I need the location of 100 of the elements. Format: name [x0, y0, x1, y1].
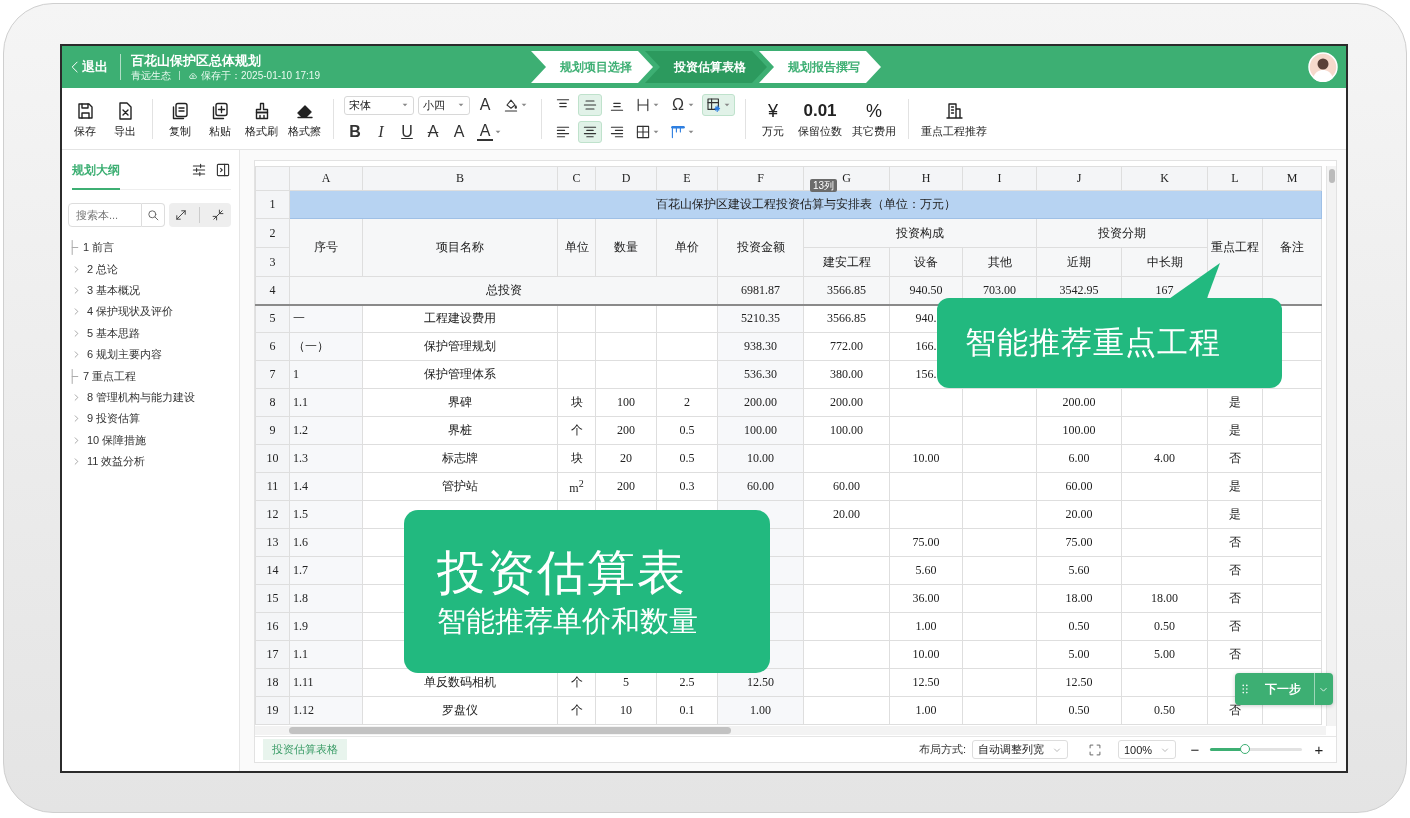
table-cell: 100 — [617, 395, 635, 409]
save-status: 保存于：2025-01-10 17:19 — [201, 68, 320, 83]
table-cell: 单反数码相机 — [424, 675, 496, 689]
table-cell: 4.00 — [1154, 451, 1175, 465]
table-cell: 否 — [1229, 563, 1241, 577]
callout-title: 智能推荐重点工程 — [965, 324, 1222, 362]
table-cell: 100.00 — [744, 423, 777, 437]
table-cell: 536.30 — [744, 367, 777, 381]
table-cell: 块 — [570, 395, 583, 409]
table-cell: 保护管理体系 — [424, 367, 496, 381]
table-cell: 6.00 — [1068, 451, 1090, 465]
table-cell: 12.50 — [747, 675, 774, 689]
table-cell: 工程建设费用 — [424, 311, 496, 326]
table-cell: 1.9 — [293, 619, 308, 633]
table-cell: 否 — [1229, 619, 1241, 633]
table-cell: 1.00 — [750, 703, 771, 717]
table-cell: 166. — [915, 339, 937, 353]
table-cell: 0.5 — [679, 423, 695, 437]
table-cell: 200.00 — [1062, 395, 1096, 409]
table-cell: 1.00 — [915, 619, 937, 633]
table-cell: 18.00 — [1065, 591, 1093, 605]
table-cell: 1.7 — [293, 563, 308, 577]
header-cell: 重点工程 — [1211, 240, 1259, 254]
table-cell: 1.6 — [293, 535, 308, 549]
table-cell: m$^{2}$ — [569, 480, 584, 495]
table-cell: 2.5 — [679, 675, 695, 689]
table-cell: 100.00 — [1062, 423, 1096, 437]
table-cell: 总投资 — [485, 282, 522, 297]
table-cell: 75.00 — [912, 535, 940, 549]
table-cell: 0.1 — [679, 703, 695, 717]
table-cell: 1 — [293, 367, 299, 381]
table-cell: 否 — [1229, 703, 1241, 717]
table-cell: 1.12 — [293, 703, 314, 717]
table-cell: 3542.95 — [1059, 282, 1099, 297]
table-cell: 个 — [570, 675, 583, 689]
table-cell: 0.3 — [679, 479, 695, 493]
table-cell: 1.2 — [293, 423, 308, 437]
table-cell: 1.5 — [293, 507, 308, 521]
table-cell: 20 — [620, 451, 632, 465]
table-cell: 167 — [1155, 282, 1174, 297]
table-cell: 是 — [1229, 395, 1241, 409]
table-cell: 界碑 — [448, 395, 472, 409]
table-cell: 是 — [1229, 423, 1241, 437]
table-cell: 200 — [617, 479, 635, 493]
table-cell: 200 — [617, 423, 635, 437]
table-cell: 2 — [684, 395, 690, 409]
table-cell: 0.50 — [1154, 703, 1175, 717]
table-cell: 标志牌 — [442, 451, 478, 465]
header-cell: 单位 — [564, 240, 589, 254]
table-cell: 一 — [293, 311, 305, 326]
table-cell: 60.00 — [833, 479, 860, 493]
table-cell: 0.50 — [1068, 619, 1090, 633]
organization-label: 青远生态 — [131, 68, 171, 83]
table-cell: 772.00 — [830, 339, 863, 353]
table-cell: 5210.35 — [741, 311, 780, 326]
table-cell: 5.00 — [1068, 647, 1090, 661]
header-cell: 建安工程 — [822, 254, 871, 269]
header-cell: 近期 — [1067, 254, 1091, 269]
table-cell: 个 — [570, 703, 583, 717]
table-cell: 否 — [1229, 535, 1241, 549]
header-cell: 单价 — [675, 240, 699, 254]
table-cell: 20.00 — [833, 507, 860, 521]
table-cell: 10.00 — [912, 647, 940, 661]
table-cell: 1.11 — [293, 675, 314, 689]
table-cell: 75.00 — [1065, 535, 1093, 549]
table-cell: 5 — [623, 675, 629, 689]
table-cell: 否 — [1229, 451, 1241, 465]
table-title: 百花山保护区建设工程投资估算与安排表（单位：万元） — [655, 197, 956, 211]
table-cell: 界桩 — [448, 423, 472, 437]
table-cell: 块 — [570, 451, 583, 465]
table-cell: 否 — [1229, 647, 1241, 661]
table-cell: 60.00 — [1065, 479, 1093, 493]
table-cell: 个 — [570, 423, 583, 437]
table-cell: 5.60 — [1068, 563, 1090, 577]
table-cell: 703.00 — [983, 282, 1016, 297]
table-cell: 0.50 — [1154, 619, 1175, 633]
header-cell: 数量 — [614, 240, 638, 254]
table-cell: 管护站 — [442, 479, 478, 493]
table-cell: 1.00 — [915, 703, 937, 717]
table-cell: 100.00 — [830, 423, 863, 437]
table-cell: 是 — [1229, 479, 1241, 493]
table-cell: 1.4 — [293, 479, 308, 493]
table-cell: 6981.87 — [741, 282, 780, 297]
project-title: 百花山保护区总体规划 — [131, 51, 262, 69]
table-cell: 5.00 — [1154, 647, 1175, 661]
header-cell: 项目名称 — [436, 240, 484, 254]
table-cell: 1.3 — [293, 451, 308, 465]
table-cell: 60.00 — [747, 479, 774, 493]
table-cell: 10 — [620, 703, 632, 717]
table-cell: 0.50 — [1068, 703, 1090, 717]
table-cell: 200.00 — [830, 395, 863, 409]
table-cell: 保护管理规划 — [424, 339, 496, 353]
table-cell: 5.60 — [915, 563, 937, 577]
header-cell: 设备 — [914, 254, 938, 269]
header-cell: 序号 — [314, 240, 338, 254]
table-cell: 10.00 — [747, 451, 774, 465]
header-cell: 投资金额 — [736, 240, 785, 254]
table-cell: 938.30 — [744, 339, 777, 353]
table-cell: 380.00 — [830, 367, 863, 381]
layout-label: 布局方式: — [918, 742, 966, 757]
